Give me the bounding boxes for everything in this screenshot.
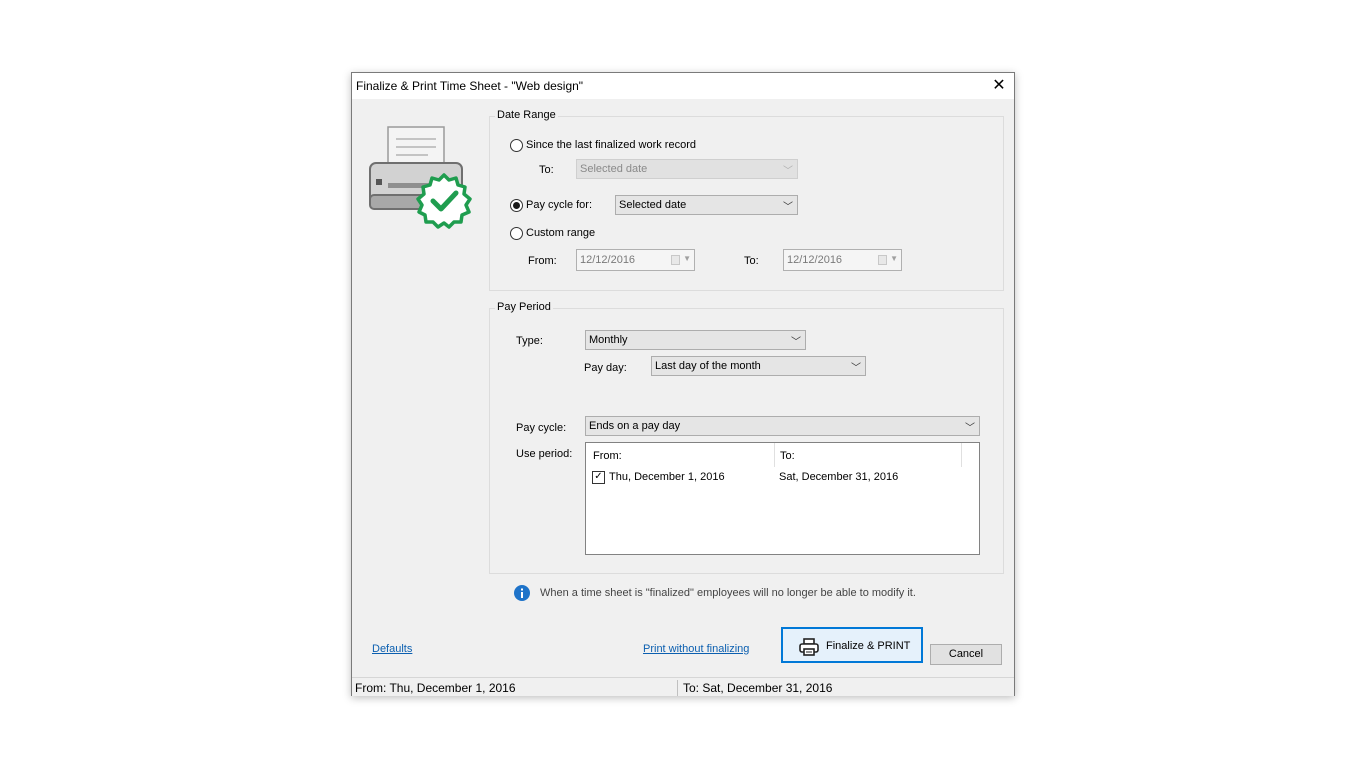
pay-cycle-for-radio[interactable] <box>510 199 523 212</box>
column-divider[interactable] <box>774 443 775 467</box>
cancel-label: Cancel <box>948 648 984 660</box>
finalize-print-label: Finalize & PRINT <box>826 640 911 652</box>
date-range-legend: Date Range <box>495 109 558 121</box>
period-list[interactable]: From: To: ✓ Thu, December 1, 2016 Sat, D… <box>585 442 980 555</box>
row-from: Thu, December 1, 2016 <box>609 471 725 483</box>
print-without-finalizing-link[interactable]: Print without finalizing <box>643 643 749 655</box>
status-divider <box>677 680 678 696</box>
dialog-title: Finalize & Print Time Sheet - "Web desig… <box>356 79 584 93</box>
pay-cycle-value: Ends on a pay day <box>589 420 681 432</box>
status-to: To: Sat, December 31, 2016 <box>683 681 833 695</box>
pay-day-select[interactable]: Last day of the month ﹀ <box>651 356 866 376</box>
pay-cycle-for-value: Selected date <box>619 199 687 211</box>
to-select[interactable]: Selected date ﹀ <box>576 159 798 179</box>
to-date-label: To: <box>744 255 759 267</box>
pay-cycle-label: Pay cycle: <box>516 422 567 434</box>
defaults-link[interactable]: Defaults <box>372 643 412 655</box>
chevron-down-icon[interactable]: ▼ <box>890 254 898 263</box>
finalize-print-button[interactable]: Finalize & PRINT <box>781 627 923 663</box>
status-bar: From: Thu, December 1, 2016 To: Sat, Dec… <box>352 677 1014 696</box>
close-icon[interactable]: ✕ <box>984 73 1014 99</box>
type-value: Monthly <box>589 334 628 346</box>
use-period-label: Use period: <box>516 448 573 460</box>
printer-small-icon <box>799 638 819 659</box>
pay-day-label: Pay day: <box>584 362 627 374</box>
from-date-picker[interactable]: 12/12/2016 ▼ <box>576 249 695 271</box>
chevron-down-icon: ﹀ <box>851 363 861 374</box>
table-row[interactable]: ✓ Thu, December 1, 2016 Sat, December 31… <box>586 467 979 487</box>
custom-range-label: Custom range <box>526 227 596 239</box>
info-text: When a time sheet is "finalized" employe… <box>540 587 916 599</box>
pay-cycle-select[interactable]: Ends on a pay day ﹀ <box>585 416 980 436</box>
since-last-label: Since the last finalized work record <box>526 139 696 151</box>
calendar-icon[interactable] <box>878 255 887 265</box>
to-date-picker[interactable]: 12/12/2016 ▼ <box>783 249 902 271</box>
pay-day-value: Last day of the month <box>655 360 761 372</box>
chevron-down-icon: ﹀ <box>783 202 793 213</box>
status-from: From: Thu, December 1, 2016 <box>355 681 516 695</box>
column-header-from[interactable]: From: <box>593 450 622 462</box>
from-label: From: <box>528 255 557 267</box>
title-bar: Finalize & Print Time Sheet - "Web desig… <box>352 73 1014 99</box>
pay-period-legend: Pay Period <box>495 301 553 313</box>
info-icon <box>514 585 530 601</box>
green-check-badge-icon <box>416 173 472 229</box>
finalize-print-dialog: Finalize & Print Time Sheet - "Web desig… <box>351 72 1015 696</box>
chevron-down-icon: ﹀ <box>965 423 975 434</box>
cancel-button[interactable]: Cancel <box>930 644 1002 665</box>
row-to: Sat, December 31, 2016 <box>779 471 899 483</box>
column-header-to[interactable]: To: <box>780 450 795 462</box>
column-divider[interactable] <box>961 443 962 467</box>
to-select-value: Selected date <box>580 163 648 175</box>
pay-cycle-for-select[interactable]: Selected date ﹀ <box>615 195 798 215</box>
since-last-radio[interactable] <box>510 139 523 152</box>
chevron-down-icon: ﹀ <box>783 166 793 177</box>
type-label: Type: <box>516 335 543 347</box>
pay-cycle-for-label: Pay cycle for: <box>526 199 593 211</box>
row-checkbox[interactable]: ✓ <box>592 471 605 484</box>
to-date-value: 12/12/2016 <box>787 254 843 266</box>
to-label: To: <box>539 164 554 176</box>
calendar-icon[interactable] <box>671 255 680 265</box>
type-select[interactable]: Monthly ﹀ <box>585 330 806 350</box>
custom-range-radio[interactable] <box>510 227 523 240</box>
from-date-value: 12/12/2016 <box>580 254 636 266</box>
chevron-down-icon: ﹀ <box>791 337 801 348</box>
chevron-down-icon[interactable]: ▼ <box>683 254 691 263</box>
